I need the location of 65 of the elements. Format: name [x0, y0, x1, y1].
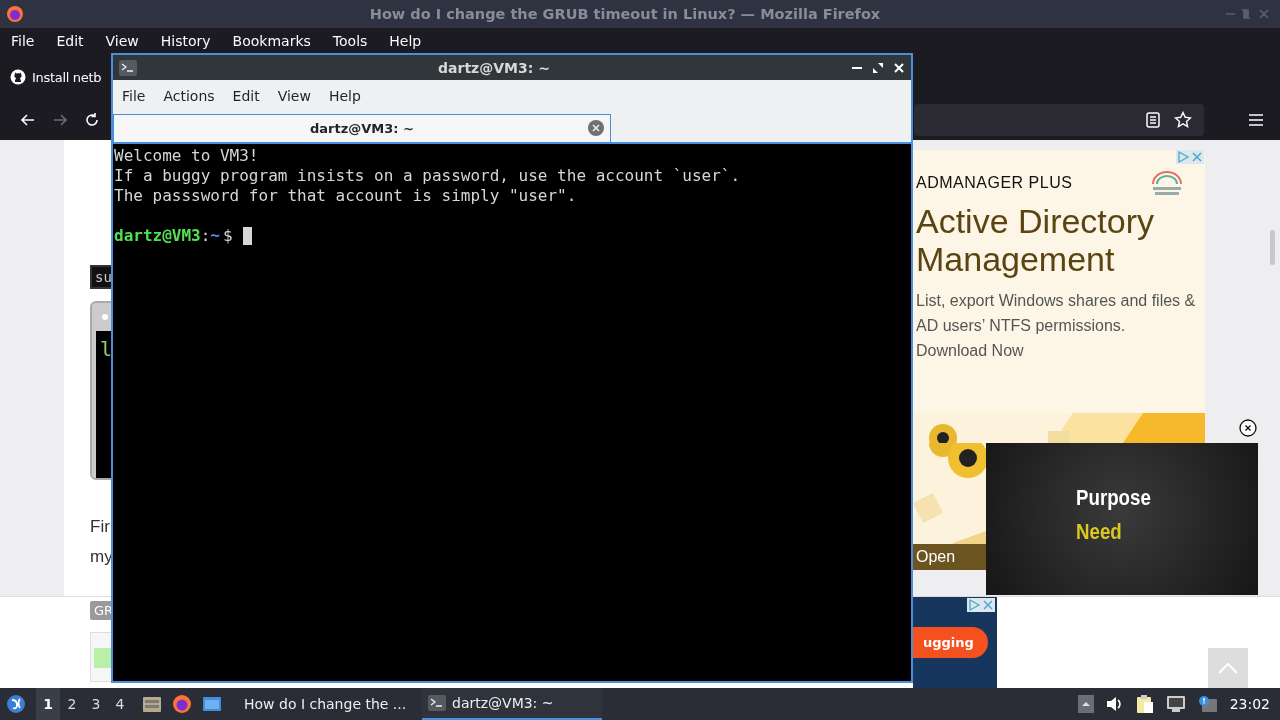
workspace-button[interactable]: 3 [84, 688, 108, 720]
firefox-icon[interactable] [172, 694, 192, 714]
paragraph-text: my [90, 546, 113, 568]
prompt-symbol: $ [223, 226, 233, 246]
video-caption: Need [1076, 518, 1123, 546]
prompt-separator: : [200, 226, 211, 246]
ad-link[interactable]: Download Now [913, 338, 1027, 363]
menu-item[interactable]: Actions [154, 88, 224, 104]
terminal-text: Welcome to VM3! [114, 146, 259, 166]
menu-item[interactable]: Help [319, 88, 370, 104]
notification-icon[interactable] [1197, 695, 1218, 713]
terminal-text: The passsword for that account is simply "user". [114, 186, 577, 206]
menu-item[interactable]: Tools [321, 33, 379, 49]
terminal-icon [119, 59, 137, 76]
terminal-tab[interactable]: dartz@VM3: ~ [113, 114, 611, 142]
scrollbar-thumb[interactable] [1270, 230, 1275, 265]
prompt-user: dartz@VM3 [114, 226, 201, 246]
menu-item[interactable]: File [113, 88, 155, 104]
file-manager-icon[interactable] [142, 695, 162, 713]
menu-item[interactable]: Edit [223, 88, 269, 104]
prompt-path: ~ [210, 226, 220, 246]
menu-item[interactable]: Help [378, 33, 433, 49]
menu-item[interactable]: View [94, 33, 150, 49]
video-caption: Purpose [1076, 484, 1152, 512]
maximize-icon[interactable] [872, 61, 884, 74]
close-icon[interactable] [1239, 419, 1257, 437]
workspace-button[interactable]: 1 [36, 688, 60, 720]
window-icon[interactable] [202, 695, 222, 713]
menu-item[interactable]: File [0, 33, 46, 49]
firefox-icon [6, 5, 24, 23]
github-icon [10, 69, 26, 85]
logo-icon [1149, 168, 1185, 198]
window-title: dartz@VM3: ~ [437, 59, 551, 76]
terminal-text: If a buggy program insists on a password, use the account `user`. [114, 166, 741, 186]
taskbar-task[interactable]: How do I change the ... [232, 688, 412, 720]
network-icon[interactable] [1165, 695, 1186, 713]
workspace-button[interactable]: 4 [108, 688, 132, 720]
reload-icon[interactable] [84, 112, 100, 128]
menu-icon[interactable] [1248, 113, 1264, 127]
reader-view-icon[interactable] [1146, 112, 1160, 128]
browser-tab[interactable]: Install netb [32, 69, 102, 85]
video-player[interactable]: Purpose Need [986, 443, 1258, 595]
start-menu-icon[interactable] [6, 694, 26, 714]
workspace-button[interactable]: 2 [60, 688, 84, 720]
ad-banner[interactable]: ADMANAGER PLUS Active Directory Management List, export Windows shares and files & AD users’ NTFS permissions. Download Now [913, 150, 1205, 413]
taskbar-task[interactable]: dartz@VM3: ~ [422, 688, 602, 720]
text-cursor [242, 227, 252, 245]
volume-icon[interactable] [1105, 696, 1124, 712]
menu-item[interactable]: History [149, 33, 222, 49]
menu-item[interactable]: Edit [45, 33, 95, 49]
ad-text: List, export Windows shares and files & AD users’ NTFS permissions. [915, 291, 1197, 336]
ad-brand: ADMANAGER PLUS [916, 174, 1073, 192]
menu-item[interactable]: View [268, 88, 320, 104]
ad-button[interactable]: Open [913, 544, 986, 570]
paragraph-text: Fir [90, 516, 110, 538]
ad-headline: Active Directory Management [915, 201, 1156, 278]
clipboard-icon[interactable] [1135, 694, 1154, 714]
address-bar[interactable] [914, 104, 1204, 136]
clock[interactable]: 23:02 [1229, 696, 1270, 712]
menu-item[interactable]: Bookmarks [221, 33, 322, 49]
star-icon[interactable] [1174, 111, 1192, 129]
code-text: l [100, 337, 113, 361]
terminal-icon[interactable] [428, 695, 446, 711]
back-arrow-icon[interactable] [20, 112, 36, 128]
window-title: How do I change the GRUB timeout in Linux? — Mozilla Firefox [368, 6, 882, 22]
